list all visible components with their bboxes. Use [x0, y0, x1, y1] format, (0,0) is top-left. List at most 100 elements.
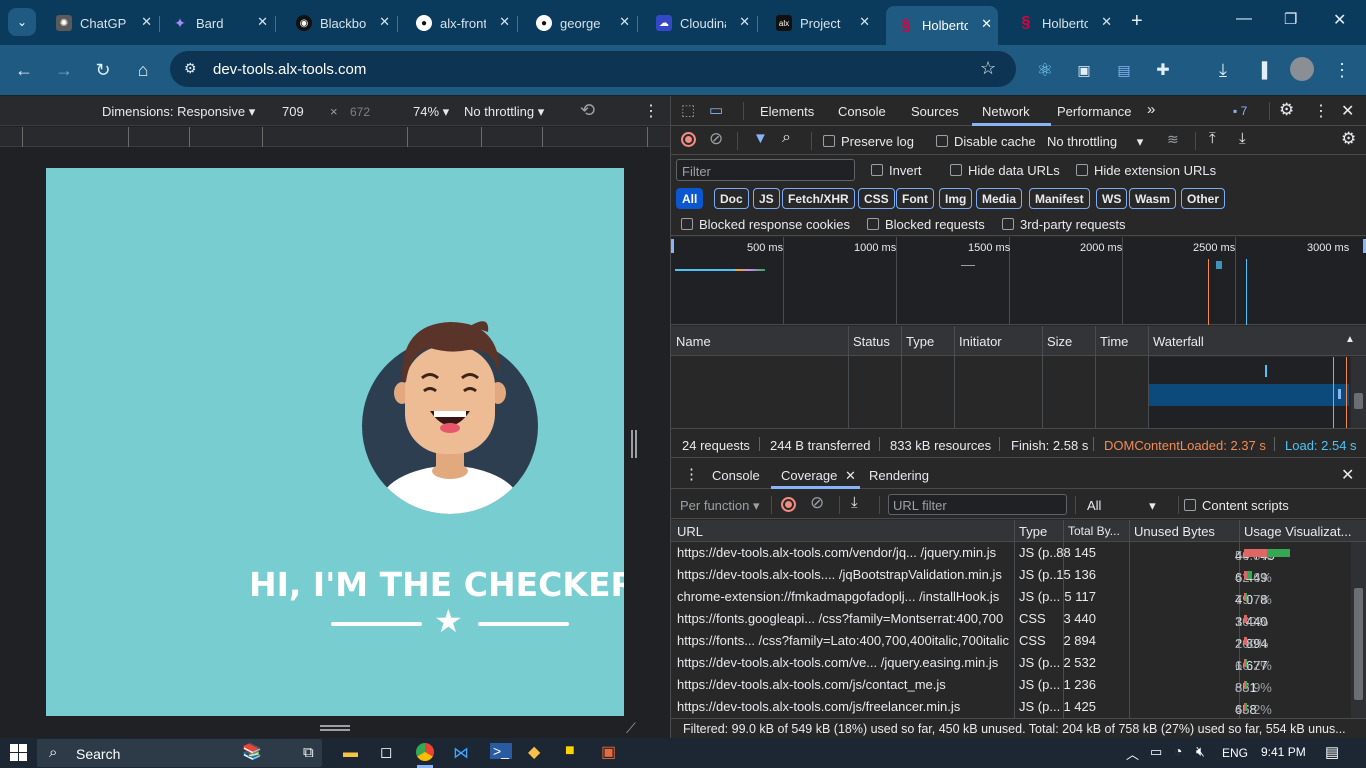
close-icon[interactable]: ✕: [981, 16, 992, 32]
side-panel-icon[interactable]: ▐: [1250, 58, 1274, 82]
import-har-icon[interactable]: ⤒: [1209, 130, 1216, 147]
more-tabs-icon[interactable]: »: [1147, 101, 1155, 118]
hide-extension-urls-checkbox[interactable]: Hide extension URLs: [1076, 163, 1216, 178]
filter-js[interactable]: JS: [753, 188, 780, 209]
col-waterfall[interactable]: Waterfall: [1153, 334, 1204, 349]
more-options-icon[interactable]: ⋮: [643, 101, 659, 121]
network-conditions-icon[interactable]: ≋: [1167, 131, 1179, 148]
tab-sources[interactable]: Sources: [911, 104, 959, 119]
col-type[interactable]: Type: [1019, 524, 1047, 539]
vertical-scrollbar[interactable]: [1351, 542, 1366, 718]
dimensions-select[interactable]: Dimensions: Responsive ▾: [102, 104, 255, 120]
rotate-icon[interactable]: ⟲: [580, 100, 595, 121]
resize-handle-right[interactable]: [631, 430, 637, 458]
filter-ws[interactable]: WS: [1096, 188, 1128, 209]
settings-gear-icon[interactable]: ⚙: [1279, 100, 1294, 120]
more-menu-icon[interactable]: ⋮: [1313, 101, 1329, 121]
throttling-select[interactable]: No throttling ▾: [464, 104, 544, 120]
tab-project[interactable]: alx Project ✕: [764, 8, 876, 38]
app-icon[interactable]: ▣: [601, 742, 616, 762]
tab-holberton[interactable]: § Holberton ✕: [1006, 8, 1118, 38]
height-input[interactable]: 672: [350, 105, 370, 119]
search-icon[interactable]: ⌕: [782, 129, 791, 147]
inspect-element-icon[interactable]: ⬚: [681, 101, 695, 119]
col-time[interactable]: Time: [1100, 334, 1128, 349]
tab-holberton-active[interactable]: § Holberton ✕: [886, 6, 998, 45]
col-url[interactable]: URL: [677, 524, 703, 539]
close-icon[interactable]: ✕: [257, 14, 268, 30]
site-info-icon[interactable]: ⚙: [184, 60, 197, 77]
export-har-icon[interactable]: ⤓: [1239, 130, 1246, 147]
tab-cloudinary[interactable]: ☁ Cloudinary ✕: [644, 8, 756, 38]
network-settings-icon[interactable]: ⚙: [1341, 129, 1356, 149]
close-icon[interactable]: ✕: [739, 14, 750, 30]
filter-funnel-icon[interactable]: ▼: [753, 130, 768, 147]
network-throttling-select[interactable]: No throttling ▾: [1047, 134, 1143, 150]
tab-network[interactable]: Network: [982, 104, 1030, 119]
file-explorer-icon[interactable]: ▬: [343, 744, 358, 761]
git-icon[interactable]: ◆: [528, 742, 540, 762]
show-hidden-icons[interactable]: ︿: [1126, 744, 1139, 763]
waterfall-selected-row[interactable]: [1149, 384, 1349, 406]
close-devtools-icon[interactable]: ✕: [1341, 101, 1354, 121]
tab-bard[interactable]: ✦ Bard ✕: [160, 8, 274, 38]
col-status[interactable]: Status: [853, 334, 890, 349]
react-devtools-icon[interactable]: ⚛: [1033, 58, 1057, 82]
invert-checkbox[interactable]: Invert: [871, 163, 922, 178]
tab-chatgpt[interactable]: ✺ ChatGPT ✕: [44, 8, 158, 38]
new-tab-button[interactable]: +: [1131, 10, 1143, 33]
windows-start-icon[interactable]: [10, 744, 27, 761]
language-indicator[interactable]: ENG: [1222, 746, 1248, 760]
task-view-icon[interactable]: ⧉: [303, 744, 314, 761]
address-bar[interactable]: ⚙ dev-tools.alx-tools.com ☆: [170, 51, 1016, 87]
close-icon[interactable]: ✕: [619, 14, 630, 30]
vertical-scrollbar[interactable]: [1351, 357, 1366, 428]
url-text[interactable]: dev-tools.alx-tools.com: [213, 61, 366, 78]
back-button[interactable]: ←: [12, 58, 36, 82]
reload-button[interactable]: ↻: [91, 58, 115, 82]
filter-input[interactable]: Filter: [676, 159, 855, 181]
preserve-log-checkbox[interactable]: Preserve log: [823, 134, 914, 149]
downloads-icon[interactable]: ⤓: [1211, 58, 1235, 82]
col-size[interactable]: Size: [1047, 334, 1072, 349]
close-icon[interactable]: ✕: [1101, 14, 1112, 30]
close-icon[interactable]: ✕: [859, 14, 870, 30]
coverage-type-select[interactable]: All ▾: [1087, 498, 1156, 514]
filter-other[interactable]: Other: [1181, 188, 1226, 209]
extension-icon[interactable]: ▤: [1112, 58, 1136, 82]
tab-performance[interactable]: Performance: [1057, 104, 1131, 119]
close-icon[interactable]: ✕: [845, 468, 856, 483]
avatar[interactable]: [1290, 57, 1314, 81]
filter-css[interactable]: CSS: [858, 188, 895, 209]
extensions-puzzle-icon[interactable]: ✚: [1151, 58, 1175, 82]
close-icon[interactable]: ✕: [499, 14, 510, 30]
tab-george[interactable]: ● george ✕: [524, 8, 636, 38]
terminal-icon[interactable]: >_: [490, 743, 512, 759]
resize-handle-bottom[interactable]: [320, 725, 350, 731]
width-input[interactable]: 709: [282, 104, 304, 119]
network-overview-timeline[interactable]: 500 ms 1000 ms 1500 ms 2000 ms 2500 ms 3…: [671, 237, 1366, 325]
clear-coverage-icon[interactable]: ⊘: [810, 493, 824, 513]
col-type[interactable]: Type: [906, 334, 934, 349]
filter-wasm[interactable]: Wasm: [1129, 188, 1176, 209]
drawer-tab-rendering[interactable]: Rendering: [869, 468, 929, 483]
notifications-icon[interactable]: ▤: [1325, 743, 1339, 761]
close-icon[interactable]: ✕: [141, 14, 152, 30]
resize-corner-icon[interactable]: ⟋: [626, 720, 636, 737]
disable-cache-checkbox[interactable]: Disable cache: [936, 134, 1036, 149]
filter-font[interactable]: Font: [896, 188, 934, 209]
home-button[interactable]: ⌂: [131, 58, 155, 82]
filter-all[interactable]: All: [676, 188, 704, 209]
tab-alx-front[interactable]: ● alx-front ✕: [404, 8, 516, 38]
battery-icon[interactable]: ▭: [1150, 744, 1162, 760]
clock[interactable]: 9:41 PM: [1261, 745, 1306, 759]
wifi-icon[interactable]: ◔: [1174, 743, 1182, 759]
tab-search-button[interactable]: ⌄: [8, 8, 36, 36]
col-initiator[interactable]: Initiator: [959, 334, 1002, 349]
timeline-range-handle-left[interactable]: [671, 239, 674, 253]
hide-data-urls-checkbox[interactable]: Hide data URLs: [950, 163, 1060, 178]
taskbar-search[interactable]: ⌕ Search 📚: [37, 739, 322, 767]
window-close-button[interactable]: ✕: [1333, 10, 1346, 30]
filter-manifest[interactable]: Manifest: [1029, 188, 1090, 209]
forward-button[interactable]: →: [52, 58, 76, 82]
